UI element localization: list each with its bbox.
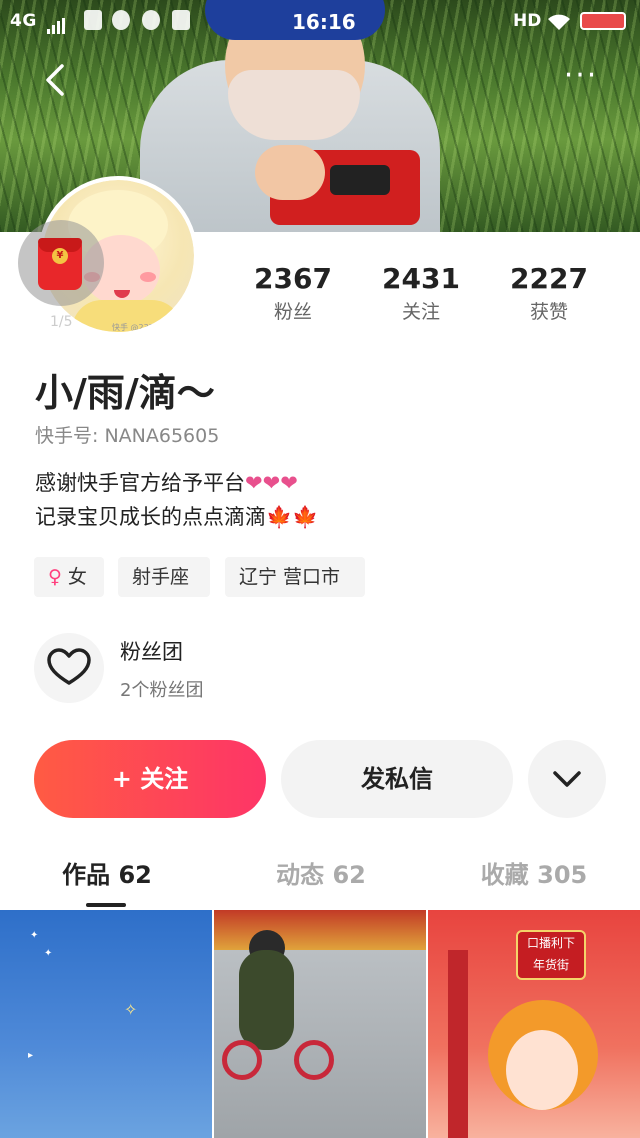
bio-line-2: 记录宝贝成长的点点滴滴 [35,505,266,529]
avatar-pager: 1/5 [50,314,73,330]
likes-label: 获赞 [529,301,568,323]
video-thumbnail-1[interactable]: ✦ ✦ ✧ ▸ [0,910,212,1138]
tag-zodiac: 射手座 [118,557,210,597]
clock: 16:16 [292,10,356,34]
message-button[interactable]: 发私信 [281,740,513,818]
expand-button[interactable] [528,740,606,818]
video-thumbnail-3[interactable]: 口播利下 年货街 [428,910,640,1138]
profile-bio: 感谢快手官方给予平台❤❤❤ 记录宝贝成长的点点滴滴🍁🍁 [35,466,318,534]
follow-button[interactable]: + 关注 [34,740,266,818]
cover-toy-wheel [330,165,390,195]
thumb3-child-face [506,1030,578,1110]
chevron-down-icon [553,771,581,787]
tab-favorites[interactable]: 收藏 305 [449,855,619,890]
tag-gender: ♀ 女 [34,557,104,597]
thumb3-sign: 口播利下 年货街 [516,930,586,980]
avatar-watermark: 快手 @2324890... [112,323,182,332]
zodiac-label: 射手座 [132,566,190,588]
sparkle-decoration: ✦ [44,948,53,959]
tab-works[interactable]: 作品 62 [22,855,192,890]
fan-group-subtitle: 2个粉丝团 [120,680,204,701]
play-icon [142,10,160,30]
fan-group-button[interactable] [34,633,104,703]
cover-child-hand [255,145,325,200]
fan-group-title[interactable]: 粉丝团 [120,636,183,666]
app-s-icon [172,10,190,30]
thumb2-bike-wheel-front [222,1040,262,1080]
likes-count: 2227 [510,262,588,295]
bio-line-1: 感谢快手官方给予平台 [35,471,245,495]
thumb2-child-body [239,950,294,1050]
location-label: 辽宁 营口市 [239,566,341,588]
tag-location: 辽宁 营口市 [225,557,365,597]
thumb2-building [214,910,426,950]
cover-child-mask [228,70,360,140]
signal-icon [47,14,67,34]
wifi-icon [548,14,570,30]
following-label: 关注 [401,301,440,323]
back-button[interactable] [38,62,74,98]
stat-following[interactable]: 2431 关注 [371,263,471,324]
thumb3-pillar [448,950,468,1138]
avatar-cheek-right [140,272,156,282]
fans-label: 粉丝 [273,301,312,323]
female-icon: ♀ [48,566,62,588]
video-thumbnail-2[interactable] [214,910,426,1138]
profile-name: 小/雨/滴～ [35,371,215,415]
heart-icons: ❤❤❤ [245,471,298,495]
thumb3-sign-line1: 口播利下 [526,936,575,950]
hd-label: HD [513,11,542,31]
heart-outline-icon [47,648,91,685]
stat-fans[interactable]: 2367 粉丝 [243,263,343,324]
angel-figure-icon: ✧ [124,1000,138,1019]
ellipsis-icon: ··· [563,58,599,93]
status-bar: 4G 16:16 HD [0,0,640,44]
tab-moments[interactable]: 动态 62 [236,855,406,890]
browser-icon [112,10,130,30]
red-packet-button[interactable]: ¥ [18,220,104,306]
stat-likes[interactable]: 2227 获赞 [499,263,599,324]
thumb2-bike-wheel-rear [294,1040,334,1080]
following-count: 2431 [382,262,460,295]
network-label: 4G [10,11,37,31]
sparkle-decoration: ✦ [30,930,39,941]
fans-count: 2367 [254,262,332,295]
maple-leaf-icons: 🍁🍁 [266,505,319,529]
more-options-button[interactable]: ··· [556,61,606,96]
battery-icon [580,12,626,30]
kuaishou-id[interactable]: 快手号: NANA65605 [35,421,219,448]
thumb3-sign-line2: 年货街 [532,958,569,972]
notification-icon [84,10,102,30]
play-marker-icon: ▸ [28,1050,34,1061]
chevron-left-icon [46,64,64,96]
tab-indicator [86,903,126,907]
gender-label: 女 [67,566,87,588]
coin-icon: ¥ [52,248,68,264]
